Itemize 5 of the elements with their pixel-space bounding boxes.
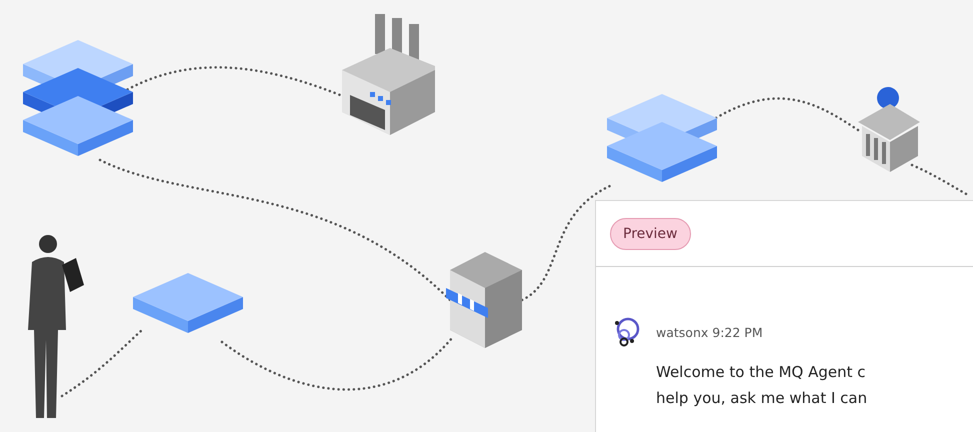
welcome-message: Welcome to the MQ Agent c help you, ask me what I can xyxy=(656,362,868,409)
sender-and-time: watsonx 9:22 PM xyxy=(656,324,764,340)
dotted-connector-line xyxy=(910,164,970,196)
preview-badge: Preview xyxy=(610,218,690,250)
watsonx-avatar-icon xyxy=(612,317,642,347)
